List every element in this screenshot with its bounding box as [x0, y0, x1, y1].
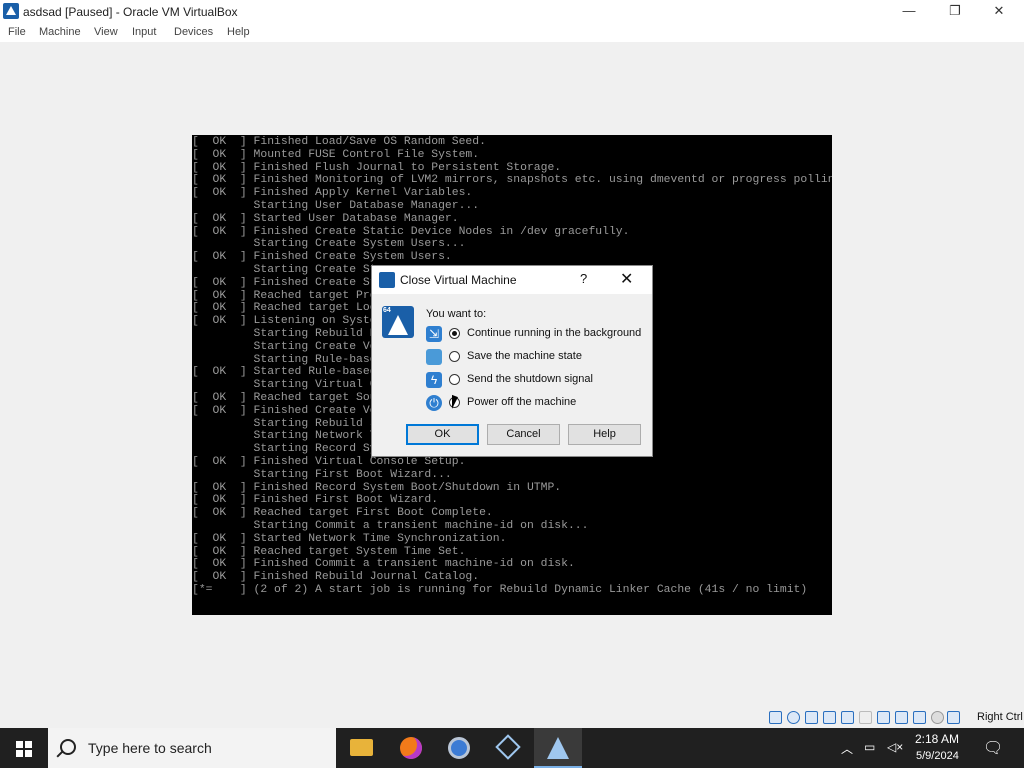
- firefox-icon: [400, 737, 422, 759]
- usb-icon[interactable]: [841, 711, 854, 724]
- taskbar: Type here to search ︿ ▭ ◁× 2:18 AM 5/9/2…: [0, 728, 1024, 768]
- shutdown-signal-icon: ϟ: [426, 372, 442, 388]
- cpu-icon[interactable]: [913, 711, 926, 724]
- radio-continue-running[interactable]: [449, 328, 460, 339]
- dialog-title: Close Virtual Machine: [400, 273, 517, 287]
- console-line: Starting Create System Users...: [192, 238, 466, 251]
- taskbar-virtualbox[interactable]: [534, 728, 582, 768]
- mouse-cursor-icon: [452, 394, 458, 412]
- taskbar-search-box[interactable]: Type here to search: [48, 728, 336, 768]
- menu-bar: File Machine View Input Devices Help: [0, 22, 1024, 42]
- start-button[interactable]: [0, 728, 48, 768]
- console-line: Starting User Database Manager...: [192, 199, 480, 212]
- taskbar-file-explorer[interactable]: [338, 728, 386, 768]
- taskbar-3d-viewer[interactable]: [485, 728, 533, 768]
- dialog-help-icon[interactable]: ?: [580, 271, 587, 286]
- volume-muted-icon[interactable]: ◁×: [887, 740, 903, 754]
- console-line: [*= ] (2 of 2) A start job is running fo…: [192, 583, 808, 596]
- console-line: [ OK ] Reached target System Time Set.: [192, 545, 466, 558]
- keyboard-capture-icon[interactable]: [947, 711, 960, 724]
- console-line: [ OK ] Started Network Time Synchronizat…: [192, 532, 507, 545]
- console-line: Starting Commit a transient machine-id o…: [192, 519, 589, 532]
- window-titlebar: asdsad [Paused] - Oracle VM VirtualBox —…: [0, 0, 1024, 22]
- radio-save-state[interactable]: [449, 351, 460, 362]
- virtualbox-icon: [379, 272, 395, 288]
- dialog-close-button[interactable]: ✕: [620, 269, 633, 289]
- menu-view[interactable]: View: [94, 26, 118, 38]
- network-icon[interactable]: [823, 711, 836, 724]
- dialog-prompt: You want to:: [426, 308, 487, 320]
- option-label: Save the machine state: [467, 350, 582, 362]
- network-status-icon[interactable]: ▭: [864, 740, 875, 754]
- hard-disk-icon[interactable]: [769, 711, 782, 724]
- maximize-button[interactable]: ❐: [932, 0, 978, 22]
- option-label: Continue running in the background: [467, 327, 642, 339]
- chrome-icon: [448, 737, 470, 759]
- continue-icon: ⇲: [426, 326, 442, 342]
- virtualbox-app-icon: [3, 3, 19, 19]
- cube-icon: [495, 734, 521, 760]
- show-hidden-icons-chevron-icon[interactable]: ︿: [841, 740, 853, 757]
- console-line: [ OK ] Reached target First Boot Complet…: [192, 507, 493, 520]
- clock-date[interactable]: 5/9/2024: [916, 750, 959, 762]
- cancel-button[interactable]: Cancel: [487, 424, 560, 445]
- power-off-icon: ⏻: [426, 395, 442, 411]
- console-line: Starting First Boot Wizard...: [192, 468, 452, 481]
- ok-button[interactable]: OK: [406, 424, 479, 445]
- folder-icon: [350, 739, 373, 756]
- host-key-label: Right Ctrl: [977, 711, 1023, 723]
- console-line: [ OK ] Finished Create System Users.: [192, 251, 452, 264]
- menu-help[interactable]: Help: [227, 26, 250, 38]
- close-window-button[interactable]: ✕: [976, 0, 1022, 22]
- virtualbox-64-logo-icon: 64: [382, 306, 414, 338]
- console-line: [ OK ] Finished Monitoring of LVM2 mirro…: [192, 174, 832, 187]
- virtualbox-icon: [547, 737, 569, 759]
- windows-logo-icon: [16, 741, 32, 757]
- console-line: [ OK ] Started User Database Manager.: [192, 212, 459, 225]
- audio-icon[interactable]: [805, 711, 818, 724]
- search-icon: [60, 739, 76, 755]
- console-line: [ OK ] Finished Record System Boot/Shutd…: [192, 481, 562, 494]
- close-vm-dialog: Close Virtual Machine ? ✕ 64 You want to…: [371, 265, 653, 457]
- console-line: [ OK ] Finished Apply Kernel Variables.: [192, 187, 473, 200]
- notifications-icon[interactable]: 🗨: [983, 738, 1003, 758]
- console-line: [ OK ] Finished Flush Journal to Persist…: [192, 161, 562, 174]
- help-button[interactable]: Help: [568, 424, 641, 445]
- optical-drive-icon[interactable]: [787, 711, 800, 724]
- console-line: [ OK ] Finished Commit a transient machi…: [192, 558, 575, 571]
- console-line: [ OK ] Finished Rebuild Journal Catalog.: [192, 571, 480, 584]
- console-line: [ OK ] Mounted FUSE Control File System.: [192, 148, 480, 161]
- logo-badge: 64: [383, 307, 391, 314]
- shared-folders-icon[interactable]: [859, 711, 872, 724]
- console-line: [ OK ] Finished Load/Save OS Random Seed…: [192, 136, 486, 148]
- console-line: [ OK ] Finished Virtual Console Setup.: [192, 455, 466, 468]
- mouse-integration-icon[interactable]: [931, 711, 944, 724]
- menu-devices[interactable]: Devices: [174, 26, 213, 38]
- window-title: asdsad [Paused] - Oracle VM VirtualBox: [23, 5, 238, 19]
- recording-icon[interactable]: [895, 711, 908, 724]
- taskbar-chrome[interactable]: [436, 728, 484, 768]
- save-state-icon: [426, 349, 442, 365]
- search-placeholder: Type here to search: [88, 740, 212, 756]
- taskbar-firefox[interactable]: [388, 728, 436, 768]
- radio-shutdown-signal[interactable]: [449, 374, 460, 385]
- clock-time[interactable]: 2:18 AM: [915, 732, 959, 746]
- option-label: Send the shutdown signal: [467, 373, 593, 385]
- menu-machine[interactable]: Machine: [39, 26, 81, 38]
- dialog-titlebar: Close Virtual Machine ? ✕: [372, 266, 652, 294]
- minimize-button[interactable]: —: [886, 0, 932, 22]
- option-label: Power off the machine: [467, 396, 577, 408]
- display-icon[interactable]: [877, 711, 890, 724]
- menu-input[interactable]: Input: [132, 26, 156, 38]
- console-line: [ OK ] Finished First Boot Wizard.: [192, 494, 439, 507]
- menu-file[interactable]: File: [8, 26, 26, 38]
- console-line: [ OK ] Finished Create Static Device Nod…: [192, 225, 630, 238]
